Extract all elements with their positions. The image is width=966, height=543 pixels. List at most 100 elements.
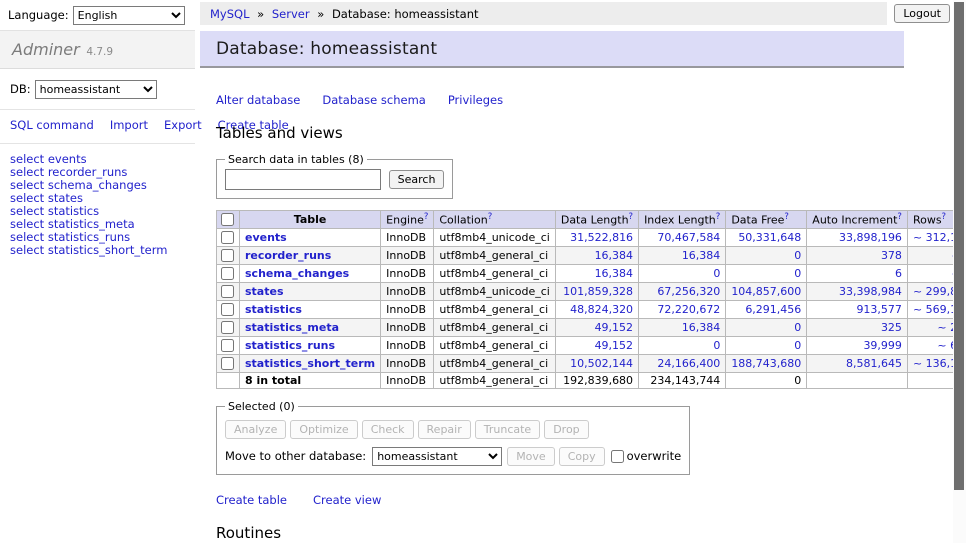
engine-cell: InnoDB [381, 265, 434, 283]
routines-heading: Routines [216, 524, 904, 542]
index-length-cell: 70,467,584 [639, 229, 726, 247]
row-checkbox[interactable] [221, 339, 234, 352]
row-checkbox[interactable] [221, 231, 234, 244]
column-help-link[interactable]: ? [629, 212, 634, 222]
auto-increment-cell: 913,577 [807, 301, 908, 319]
sidebar-table-link[interactable]: select states [10, 192, 185, 205]
auto-increment-cell: 33,398,984 [807, 283, 908, 301]
copy-button[interactable]: Copy [559, 447, 605, 466]
collation-cell: utf8mb4_general_ci [434, 301, 555, 319]
table-name-cell: recorder_runs [240, 247, 381, 265]
table-name-link[interactable]: statistics_short_term [245, 357, 375, 370]
table-name-link[interactable]: recorder_runs [245, 249, 331, 262]
bulk-action-analyze-button[interactable]: Analyze [225, 420, 286, 439]
sidebar-table-link[interactable]: select statistics [10, 205, 185, 218]
search-fieldset: Search data in tables (8) Search [216, 153, 453, 199]
table-name-link[interactable]: statistics_meta [245, 321, 339, 334]
sidebar-action-link[interactable]: Import [110, 118, 148, 132]
select-all-checkbox[interactable] [221, 213, 234, 226]
engine-cell: InnoDB [381, 337, 434, 355]
table-name-cell: statistics_runs [240, 337, 381, 355]
column-help-link[interactable]: ? [424, 212, 429, 222]
engine-cell: InnoDB [381, 301, 434, 319]
move-db-select[interactable]: homeassistant [372, 447, 502, 466]
breadcrumb-link[interactable]: Server [272, 7, 310, 21]
vertical-scrollbar-track[interactable] [953, 0, 966, 543]
logout-button[interactable]: Logout [894, 4, 950, 23]
collation-cell: utf8mb4_unicode_ci [434, 229, 555, 247]
data-length-cell: 10,502,144 [555, 355, 638, 373]
database-action-link[interactable]: Alter database [216, 93, 300, 107]
search-input[interactable] [225, 169, 381, 190]
table-name-link[interactable]: statistics_runs [245, 339, 335, 352]
language-label: Language: [8, 8, 69, 22]
row-checkbox-cell [217, 283, 240, 301]
breadcrumb-link[interactable]: MySQL [210, 7, 250, 21]
tables-heading: Tables and views [216, 124, 904, 142]
overwrite-label: overwrite [627, 449, 682, 463]
breadcrumb-separator: » [254, 7, 268, 21]
row-checkbox[interactable] [221, 267, 234, 280]
table-name-link[interactable]: states [245, 285, 284, 298]
app-name[interactable]: Adminer [12, 40, 80, 59]
column-help-link[interactable]: ? [942, 212, 947, 222]
column-header-engine: Engine? [381, 211, 434, 229]
overwrite-checkbox[interactable] [611, 450, 624, 463]
table-name-link[interactable]: schema_changes [245, 267, 349, 280]
row-checkbox[interactable] [221, 321, 234, 334]
language-select[interactable]: English [73, 6, 185, 25]
data-length-cell: 49,152 [555, 319, 638, 337]
bulk-action-drop-button[interactable]: Drop [544, 420, 588, 439]
data-length-cell: 16,384 [555, 265, 638, 283]
column-help-link[interactable]: ? [716, 212, 721, 222]
create-table-link[interactable]: Create table [216, 493, 287, 507]
data-free-cell: 0 [726, 247, 807, 265]
bulk-action-truncate-button[interactable]: Truncate [475, 420, 540, 439]
column-help-link[interactable]: ? [488, 212, 493, 222]
vertical-scrollbar-thumb[interactable] [954, 2, 964, 490]
column-help-link[interactable]: ? [784, 212, 789, 222]
total-row: 8 in totalInnoDButf8mb4_general_ci192,83… [217, 373, 966, 389]
database-action-link[interactable]: Database schema [322, 93, 425, 107]
data-length-cell: 16,384 [555, 247, 638, 265]
db-select[interactable]: homeassistant [35, 80, 157, 99]
row-checkbox[interactable] [221, 357, 234, 370]
total-engine-cell: InnoDB [381, 373, 434, 389]
table-name-cell: statistics_meta [240, 319, 381, 337]
move-label: Move to other database: [225, 449, 366, 463]
collation-cell: utf8mb4_general_ci [434, 355, 555, 373]
sidebar-action-link[interactable]: SQL command [10, 118, 94, 132]
move-button[interactable]: Move [507, 447, 555, 466]
sidebar-table-link[interactable]: select statistics_meta [10, 218, 185, 231]
data-free-cell: 0 [726, 319, 807, 337]
sidebar-table-link[interactable]: select statistics_runs [10, 231, 185, 244]
row-checkbox-cell [217, 319, 240, 337]
breadcrumb-separator: » [314, 7, 328, 21]
breadcrumb-current: Database: homeassistant [332, 7, 479, 21]
table-name-link[interactable]: events [245, 231, 287, 244]
total-check-cell [217, 373, 240, 389]
row-checkbox[interactable] [221, 285, 234, 298]
table-name-link[interactable]: statistics [245, 303, 302, 316]
row-checkbox[interactable] [221, 303, 234, 316]
index-length-cell: 72,220,672 [639, 301, 726, 319]
search-button[interactable]: Search [389, 170, 445, 189]
create-view-link[interactable]: Create view [313, 493, 381, 507]
sidebar-actions: SQL commandImportExportCreate table [0, 110, 195, 144]
sidebar-table-link[interactable]: select statistics_short_term [10, 244, 185, 257]
data-length-cell: 48,824,320 [555, 301, 638, 319]
bulk-action-check-button[interactable]: Check [362, 420, 414, 439]
collation-cell: utf8mb4_unicode_ci [434, 283, 555, 301]
empty-cell [807, 373, 908, 389]
database-links: Alter database Database schema Privileges [216, 93, 904, 107]
bulk-action-optimize-button[interactable]: Optimize [290, 420, 357, 439]
bulk-action-repair-button[interactable]: Repair [418, 420, 471, 439]
page-title: Database: homeassistant [200, 31, 904, 68]
database-action-link[interactable]: Privileges [448, 93, 503, 107]
overwrite-option[interactable]: overwrite [609, 449, 682, 463]
total-data-length-cell: 192,839,680 [555, 373, 638, 389]
column-help-link[interactable]: ? [897, 212, 902, 222]
row-checkbox-cell [217, 265, 240, 283]
row-checkbox[interactable] [221, 249, 234, 262]
sidebar-action-link[interactable]: Export [164, 118, 202, 132]
